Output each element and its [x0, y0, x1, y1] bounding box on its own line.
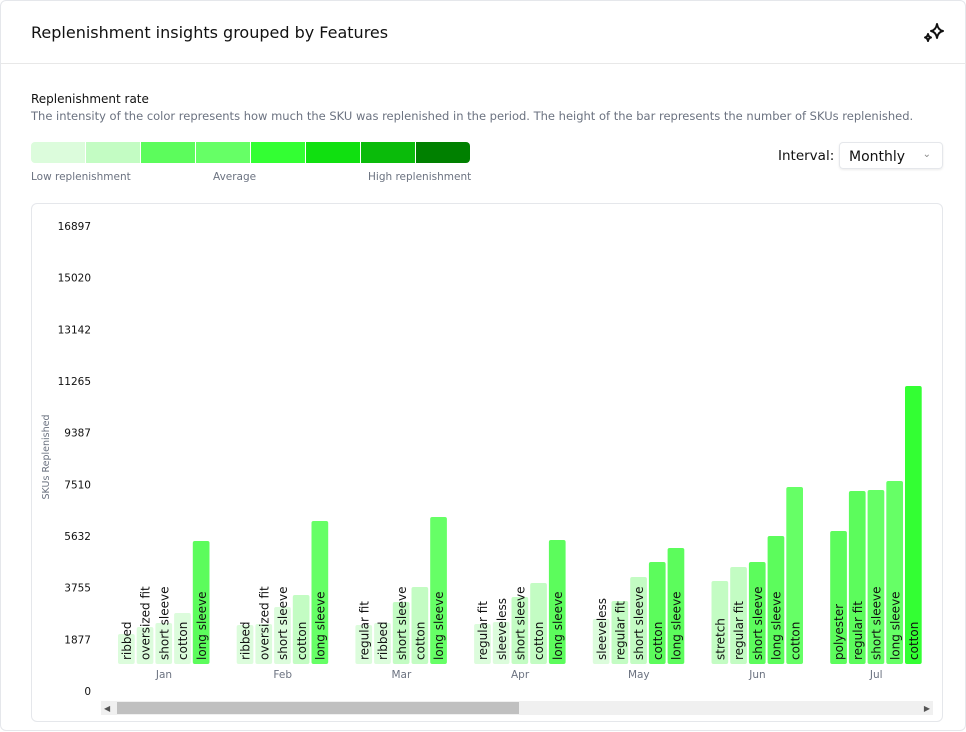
y-tick-label: 13142: [58, 324, 91, 336]
x-tick-label: Jun: [748, 669, 765, 681]
y-axis-label: SKUs Replenished: [41, 415, 52, 500]
bar-feature-label: regular fit: [732, 601, 746, 660]
bar-feature-label: cotton: [651, 622, 665, 660]
y-tick-label: 7510: [64, 479, 91, 491]
bar-feature-label: long sleeve: [670, 591, 684, 660]
bar-feature-label: long sleeve: [770, 591, 784, 660]
bar-feature-label: long sleeve: [195, 591, 209, 660]
bar-feature-label: sleeveless: [595, 598, 609, 660]
x-tick-label: Feb: [273, 669, 292, 681]
bar-feature-label: short sleeve: [157, 587, 171, 661]
bar-feature-label: stretch: [714, 618, 728, 660]
y-tick-label: 0: [84, 686, 91, 698]
bar-feature-label: polyester: [832, 604, 846, 660]
bar-feature-label: sleeveless: [495, 598, 509, 660]
bar-feature-label: ribbed: [120, 621, 134, 660]
bar-feature-label: short sleeve: [632, 587, 646, 661]
bar-feature-label: cotton: [176, 622, 190, 660]
x-tick-label: Jan: [155, 669, 172, 681]
bar-feature-label: oversized fit: [257, 586, 271, 660]
y-tick-label: 16897: [58, 221, 91, 233]
bar-feature-label: cotton: [907, 622, 921, 660]
bar-feature-label: cotton: [532, 622, 546, 660]
bar-feature-label: short sleeve: [751, 587, 765, 661]
bar-feature-label: cotton: [414, 622, 428, 660]
bar-feature-label: long sleeve: [432, 591, 446, 660]
y-tick-label: 1877: [64, 634, 91, 646]
y-tick-label: 3755: [64, 583, 91, 595]
bar-feature-label: cotton: [788, 622, 802, 660]
bar-feature-label: ribbed: [239, 621, 253, 660]
bar-feature-label: cotton: [295, 622, 309, 660]
bar-feature-label: short sleeve: [395, 587, 409, 661]
y-tick-label: 15020: [58, 273, 91, 285]
x-tick-label: Jul: [869, 669, 883, 681]
bar-feature-label: long sleeve: [888, 591, 902, 660]
bar-feature-label: short sleeve: [514, 587, 528, 661]
bar-chart: 0 1877 3755 5632 7510 9387 11265 13142 15020 1689…: [41, 221, 922, 698]
bar-feature-label: regular fit: [614, 601, 628, 660]
x-tick-label: May: [628, 669, 650, 681]
y-tick-label: 5632: [64, 531, 91, 543]
bar-feature-label: ribbed: [376, 621, 390, 660]
scroll-left-icon[interactable]: ◀: [104, 704, 110, 713]
bar-feature-label: regular fit: [476, 601, 490, 660]
bar-feature-label: regular fit: [357, 601, 371, 660]
scroll-right-icon[interactable]: ▶: [924, 704, 930, 713]
x-tick-label: Mar: [391, 669, 411, 681]
y-tick-label: 11265: [58, 376, 91, 388]
bar-feature-label: oversized fit: [139, 586, 153, 660]
bar-feature-label: short sleeve: [870, 587, 884, 661]
bar-feature-label: regular fit: [851, 601, 865, 660]
bar-feature-label: short sleeve: [276, 587, 290, 661]
insights-card: Replenishment insights grouped by Featur…: [0, 0, 966, 731]
horizontal-scrollbar[interactable]: ◀ ▶: [101, 701, 933, 715]
y-tick-label: 9387: [64, 428, 91, 440]
bar-feature-label: long sleeve: [314, 591, 328, 660]
bar-feature-label: long sleeve: [551, 591, 565, 660]
x-tick-label: Apr: [511, 669, 530, 681]
scrollbar-thumb[interactable]: [117, 702, 519, 714]
